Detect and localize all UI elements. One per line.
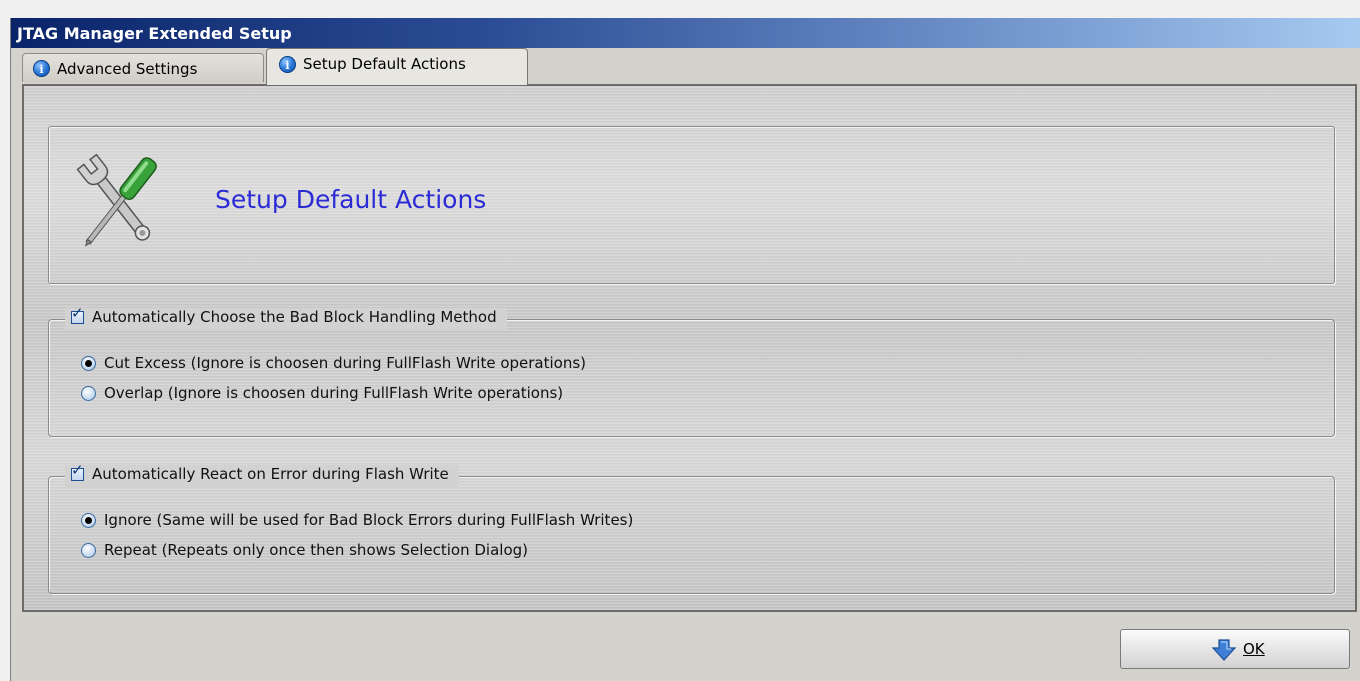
header-title: Setup Default Actions (215, 185, 487, 214)
group-bad-block-handling: ✓ Automatically Choose the Bad Block Hand… (48, 306, 1335, 437)
checkbox-bad-block-handling[interactable]: ✓ Automatically Choose the Bad Block Hand… (65, 306, 507, 330)
radio-selected-icon[interactable] (81, 513, 96, 528)
tab-label: Advanced Settings (57, 60, 198, 78)
info-icon: i (33, 60, 50, 77)
header-panel: Setup Default Actions (48, 126, 1335, 284)
checkbox-checked-icon[interactable]: ✓ (71, 306, 84, 324)
radio-selected-icon[interactable] (81, 356, 96, 371)
radio-label: Overlap (Ignore is choosen during FullFl… (104, 384, 564, 402)
radio-label: Cut Excess (Ignore is choosen during Ful… (104, 354, 587, 372)
group-label: Automatically Choose the Bad Block Handl… (92, 308, 497, 326)
window-title: JTAG Manager Extended Setup (17, 24, 292, 43)
ok-button-label: OK (1243, 640, 1265, 658)
checkbox-react-on-error[interactable]: ✓ Automatically React on Error during Fla… (65, 463, 459, 487)
tab-setup-default-actions[interactable]: i Setup Default Actions (266, 48, 528, 85)
tab-label: Setup Default Actions (303, 55, 466, 73)
radio-overlap[interactable]: Overlap (Ignore is choosen during FullFl… (81, 384, 563, 402)
checkbox-checked-icon[interactable]: ✓ (71, 463, 84, 481)
arrow-down-icon (1211, 639, 1237, 661)
info-icon: i (279, 56, 296, 73)
group-label: Automatically React on Error during Flas… (92, 465, 449, 483)
tab-page: Setup Default Actions ✓ Automatically Cho… (22, 84, 1357, 612)
radio-ignore[interactable]: Ignore (Same will be used for Bad Block … (81, 511, 633, 529)
group-error-handling: ✓ Automatically React on Error during Fla… (48, 463, 1335, 594)
ok-button[interactable]: OK (1120, 629, 1350, 669)
radio-label: Repeat (Repeats only once then shows Sel… (104, 541, 528, 559)
radio-unselected-icon[interactable] (81, 543, 96, 558)
title-bar[interactable]: JTAG Manager Extended Setup (11, 18, 1360, 48)
radio-unselected-icon[interactable] (81, 386, 96, 401)
radio-repeat[interactable]: Repeat (Repeats only once then shows Sel… (81, 541, 528, 559)
radio-cut-excess[interactable]: Cut Excess (Ignore is choosen during Ful… (81, 354, 586, 372)
radio-label: Ignore (Same will be used for Bad Block … (104, 511, 634, 529)
tab-advanced-settings[interactable]: i Advanced Settings (22, 53, 264, 82)
tools-icon (76, 153, 157, 247)
